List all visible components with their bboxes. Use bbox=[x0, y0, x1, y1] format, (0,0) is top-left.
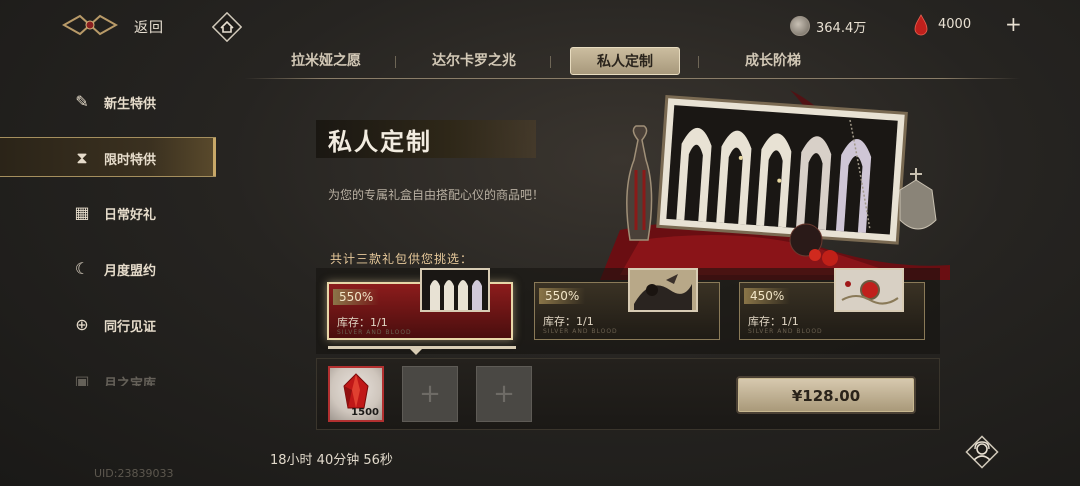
selected-caret bbox=[410, 349, 422, 355]
moon-icon: ☾ bbox=[74, 259, 90, 278]
sidebar-item-label: 限时特供 bbox=[104, 153, 157, 168]
tab-divider bbox=[395, 56, 396, 68]
sidebar-item-label: 月之宝库 bbox=[104, 377, 157, 386]
sidebar-item-label: 月度盟约 bbox=[104, 264, 157, 279]
tab-divider bbox=[698, 56, 699, 68]
add-currency-button[interactable]: + bbox=[1005, 12, 1022, 36]
selected-indicator bbox=[328, 346, 516, 349]
package-count-label: 共计三款礼包供您挑选： bbox=[330, 252, 474, 266]
brand-caption: SILVER AND BLOOD bbox=[337, 329, 412, 336]
package-thumbnail-jewel bbox=[834, 268, 904, 312]
blood-gem-icon bbox=[914, 14, 928, 36]
slot-filled-red-crystal[interactable]: 1500 bbox=[328, 366, 384, 422]
home-icon[interactable] bbox=[212, 12, 242, 42]
purchase-button[interactable]: ¥128.00 bbox=[736, 376, 916, 414]
horn-icon: ✎ bbox=[75, 92, 89, 111]
page-subtitle: 为您的专属礼盒自由搭配心仪的商品吧！ bbox=[328, 188, 545, 202]
package-thumbnail-dragon bbox=[628, 268, 698, 312]
sidebar-item-vault[interactable]: ▣ 月之宝库 bbox=[0, 362, 216, 386]
discount-badge: 450% bbox=[744, 288, 791, 304]
sidebar-item-companion[interactable]: ⊕ 同行见证 bbox=[0, 305, 216, 345]
slot-empty-2[interactable]: + bbox=[476, 366, 532, 422]
stock-label: 库存：1/1 bbox=[337, 316, 388, 329]
tab-lamia-wish[interactable]: 拉米娅之愿 bbox=[291, 50, 361, 70]
coin-balance: 364.4万 bbox=[816, 21, 867, 36]
package-thumbnail-cathedral bbox=[420, 268, 490, 312]
hourglass-icon: ⧗ bbox=[76, 148, 88, 167]
add-item-icon: + bbox=[493, 379, 515, 409]
sidebar-item-label: 同行见证 bbox=[104, 320, 157, 335]
tab-divider bbox=[550, 56, 551, 68]
page-title: 私人定制 bbox=[328, 127, 432, 156]
purchase-price: ¥128.00 bbox=[791, 387, 861, 405]
sidebar-item-limited[interactable]: ⧗ 限时特供 bbox=[0, 137, 216, 177]
tab-darkaro-omen[interactable]: 达尔卡罗之兆 bbox=[432, 50, 516, 70]
discount-badge: 550% bbox=[333, 289, 380, 305]
sidebar-item-label: 日常好礼 bbox=[104, 208, 157, 223]
tabs-underline bbox=[244, 78, 1020, 79]
sidebar-item-daily[interactable]: ▦ 日常好礼 bbox=[0, 193, 216, 233]
sidebar-item-monthly[interactable]: ☾ 月度盟约 bbox=[0, 249, 216, 289]
add-item-icon: + bbox=[419, 379, 441, 409]
discount-badge: 550% bbox=[539, 288, 586, 304]
back-emblem-icon[interactable] bbox=[62, 12, 118, 38]
gift-icon: ▦ bbox=[74, 203, 90, 222]
tab-growth-ladder[interactable]: 成长阶梯 bbox=[745, 50, 801, 70]
compass-icon: ⊕ bbox=[75, 315, 89, 334]
coin-icon bbox=[790, 16, 810, 36]
back-button[interactable]: 返回 bbox=[134, 17, 164, 37]
customer-service-icon[interactable] bbox=[962, 432, 1002, 472]
hero-illustration bbox=[600, 90, 950, 280]
brand-caption: SILVER AND BLOOD bbox=[543, 328, 618, 335]
chest-icon: ▣ bbox=[74, 372, 90, 386]
gem-balance: 4000 bbox=[938, 17, 972, 32]
sidebar-item-label: 新生特供 bbox=[104, 97, 157, 112]
slot-empty-1[interactable]: + bbox=[402, 366, 458, 422]
stock-label: 库存：1/1 bbox=[748, 315, 799, 328]
user-id: UID:23839033 bbox=[94, 467, 174, 480]
sidebar-item-newbie[interactable]: ✎ 新生特供 bbox=[0, 82, 216, 122]
slot-quantity: 1500 bbox=[351, 407, 379, 418]
top-bar: 返回 364.4万 4000 + bbox=[0, 0, 1080, 50]
shop-screen: 返回 364.4万 4000 + 拉米娅之愿 达尔卡罗之兆 私人定制 成长阶梯 … bbox=[0, 0, 1080, 486]
countdown-timer: 18小时 40分钟 56秒 bbox=[270, 453, 393, 468]
stock-label: 库存：1/1 bbox=[543, 315, 594, 328]
tab-private-custom[interactable]: 私人定制 bbox=[570, 47, 680, 75]
brand-caption: SILVER AND BLOOD bbox=[748, 328, 823, 335]
